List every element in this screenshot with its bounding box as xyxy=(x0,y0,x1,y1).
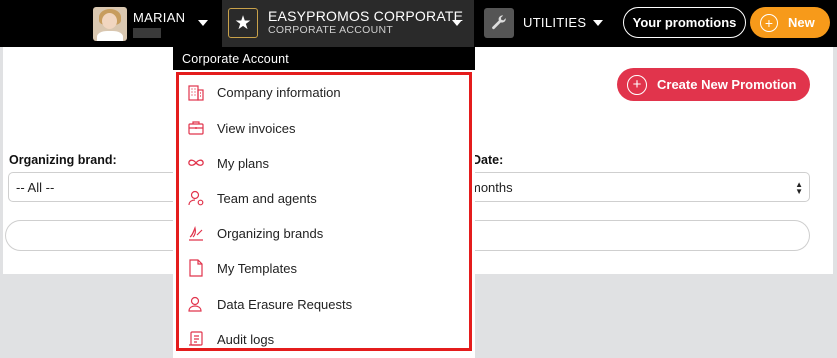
select-arrows-icon: ▲ ▼ xyxy=(795,180,803,196)
menu-item-organizing-brands[interactable]: Organizing brands xyxy=(185,220,323,246)
date-select[interactable]: months ▲ ▼ xyxy=(463,172,810,202)
menu-item-data-erasure-requests[interactable]: Data Erasure Requests xyxy=(185,291,352,317)
organizing-brand-select[interactable]: -- All -- xyxy=(8,172,188,202)
dropdown-highlight-box: Company information View invoices My pla… xyxy=(176,72,472,351)
chevron-down-icon xyxy=(593,20,603,26)
menu-item-company-information[interactable]: Company information xyxy=(185,79,341,105)
user-erase-icon xyxy=(185,293,207,315)
menu-item-my-plans[interactable]: My plans xyxy=(185,150,269,176)
plus-circle-icon: + xyxy=(760,13,778,32)
chevron-down-icon xyxy=(198,20,208,26)
date-label: Date: xyxy=(472,153,504,167)
organizing-brand-value: -- All -- xyxy=(16,179,55,195)
menu-item-view-invoices[interactable]: View invoices xyxy=(185,115,296,141)
search-input[interactable] xyxy=(5,220,195,251)
infinity-icon xyxy=(185,152,207,174)
menu-item-label: View invoices xyxy=(217,120,296,136)
utilities-menu[interactable]: UTILITIES xyxy=(476,0,612,47)
dropdown-heading: Corporate Account xyxy=(173,47,475,70)
scroll-icon xyxy=(185,328,207,350)
date-value: months xyxy=(470,179,513,195)
menu-item-label: Organizing brands xyxy=(217,225,324,241)
user-name: MARIAN xyxy=(133,9,186,25)
menu-item-label: Company information xyxy=(217,84,341,100)
create-new-promotion-button[interactable]: + Create New Promotion xyxy=(617,68,810,101)
corporate-subtitle: CORPORATE ACCOUNT xyxy=(268,24,394,36)
menu-item-team-and-agents[interactable]: Team and agents xyxy=(185,185,317,211)
search-input-right[interactable] xyxy=(463,220,810,251)
chevron-down-icon xyxy=(452,20,462,26)
user-gear-icon xyxy=(185,187,207,209)
top-navigation-bar: MARIAN ★ EASYPROMOS CORPORATE CORPORATE … xyxy=(0,0,837,47)
corporate-account-dropdown: Corporate Account Company information Vi… xyxy=(173,47,475,358)
corporate-title: EASYPROMOS CORPORATE xyxy=(268,8,464,24)
building-icon xyxy=(185,81,207,103)
signature-icon xyxy=(185,222,207,244)
user-subtitle-redacted xyxy=(133,27,161,38)
utilities-label: UTILITIES xyxy=(523,15,587,30)
menu-item-audit-logs[interactable]: Audit logs xyxy=(185,326,274,352)
create-button-label: Create New Promotion xyxy=(657,77,797,92)
menu-item-my-templates[interactable]: My Templates xyxy=(185,255,297,281)
avatar xyxy=(93,6,127,41)
new-promotion-button[interactable]: + New xyxy=(750,7,830,38)
menu-item-label: My Templates xyxy=(217,260,297,276)
corporate-account-menu[interactable]: ★ EASYPROMOS CORPORATE CORPORATE ACCOUNT xyxy=(222,0,474,47)
user-menu[interactable]: MARIAN xyxy=(90,0,216,47)
your-promotions-button[interactable]: Your promotions xyxy=(623,7,746,38)
menu-item-label: Data Erasure Requests xyxy=(217,296,353,312)
wrench-icon xyxy=(484,8,514,38)
star-icon: ★ xyxy=(228,8,258,38)
menu-item-label: My plans xyxy=(217,155,270,171)
new-button-label: New xyxy=(788,15,815,30)
menu-item-label: Team and agents xyxy=(217,190,317,206)
briefcase-icon xyxy=(185,117,207,139)
menu-item-label: Audit logs xyxy=(217,331,275,347)
document-icon xyxy=(185,257,207,279)
organizing-brand-label: Organizing brand: xyxy=(9,153,117,167)
plus-circle-icon: + xyxy=(627,74,647,95)
